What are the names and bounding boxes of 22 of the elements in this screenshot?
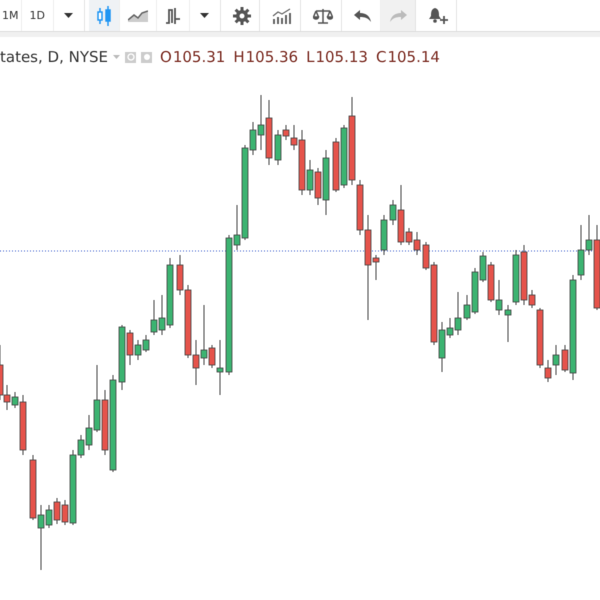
caret-icon <box>64 13 74 18</box>
bar-chart-icon <box>272 8 292 24</box>
scales-icon <box>312 8 333 24</box>
candles-button[interactable] <box>88 0 120 31</box>
area-chart-icon <box>128 10 148 22</box>
candlestick-icon <box>96 6 111 26</box>
ohlc-label: L <box>306 48 314 66</box>
undo-icon <box>354 10 372 22</box>
ohlc-value: 105.31 <box>172 48 226 66</box>
ohlc-value: 105.14 <box>387 48 440 66</box>
ohlc-label: C <box>376 48 386 66</box>
ohlc-label: O <box>160 48 172 66</box>
ohlc-value: 105.13 <box>315 48 368 66</box>
settings-icon <box>232 6 251 24</box>
interval-button[interactable]: 1M <box>0 0 22 31</box>
caret-icon <box>200 13 210 18</box>
bell-plus-icon <box>428 6 448 24</box>
symbol-title[interactable]: tates, D, NYSE <box>0 48 108 66</box>
redo-icon <box>388 10 407 22</box>
ohlc-label: H <box>233 48 245 66</box>
ohlc-value: 105.36 <box>246 48 298 66</box>
step-chart-icon <box>164 6 181 24</box>
